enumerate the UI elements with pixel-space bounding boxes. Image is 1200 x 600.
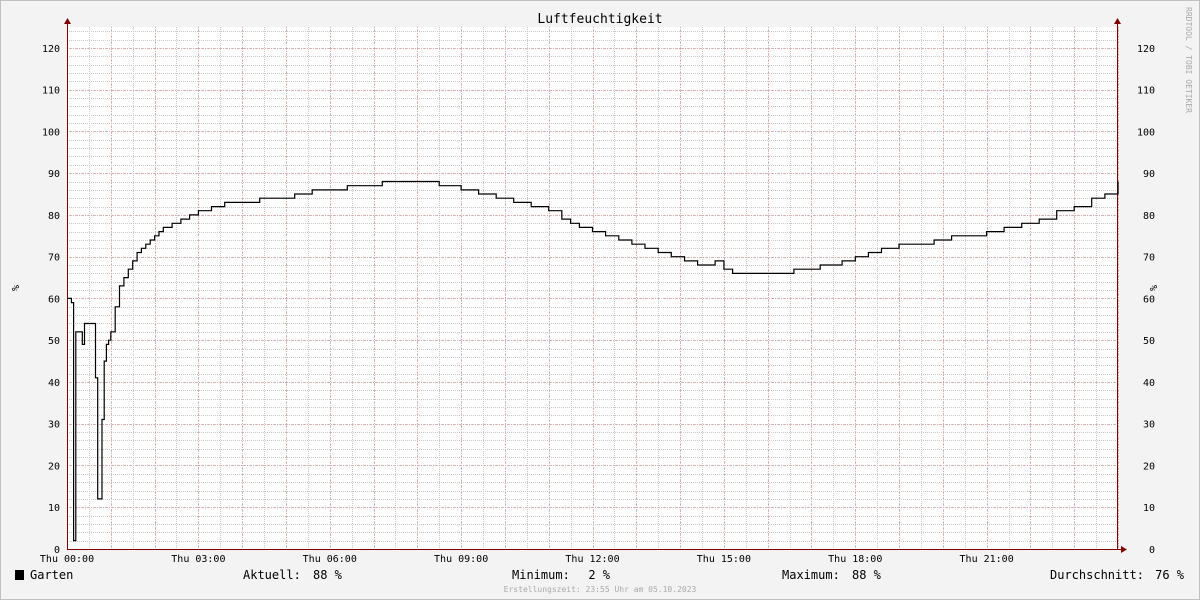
y-tick-label-right: 0 (1149, 545, 1155, 556)
x-tick-label: Thu 12:00 (565, 554, 619, 565)
y-tick-label-left: 10 (48, 503, 60, 514)
legend-series-name: Garten (30, 568, 73, 582)
y-tick-label-right: 120 (1137, 44, 1155, 55)
y-tick-label-right: 100 (1137, 127, 1155, 138)
y-tick-label-left: 110 (42, 86, 60, 97)
y-tick-label-right: 20 (1143, 461, 1155, 472)
y-tick-label-left: 120 (42, 44, 60, 55)
x-tick-label: Thu 21:00 (960, 554, 1014, 565)
chart-title: Luftfeuchtigkeit (537, 12, 662, 27)
legend-min-label: Minimum: (512, 568, 570, 582)
y-tick-label-right: 40 (1143, 378, 1155, 389)
y-tick-label-right: 70 (1143, 253, 1155, 264)
creation-timestamp: Erstellungszeit: 23:55 Uhr am 05.10.2023 (504, 585, 697, 594)
humidity-chart: Luftfeuchtigkeit RRDTOOL / TOBI OETIKER … (0, 0, 1200, 600)
legend-current-value: 88 % (313, 568, 343, 582)
y-axis-label-left: % (9, 285, 20, 291)
y-tick-label-left: 30 (48, 420, 60, 431)
x-tick-label: Thu 06:00 (303, 554, 357, 565)
y-tick-label-right: 90 (1143, 169, 1155, 180)
y-tick-label-right: 110 (1137, 86, 1155, 97)
y-tick-label-right: 80 (1143, 211, 1155, 222)
legend-max-label: Maximum: (782, 568, 840, 582)
y-tick-label-right: 10 (1143, 503, 1155, 514)
y-tick-label-left: 60 (48, 294, 60, 305)
legend-current-label: Aktuell: (243, 568, 301, 582)
y-tick-label-right: 60 (1143, 294, 1155, 305)
y-tick-label-left: 50 (48, 336, 60, 347)
plot-canvas (67, 27, 1118, 549)
legend-max-value: 88 % (852, 568, 882, 582)
legend-swatch (15, 570, 24, 580)
y-tick-label-left: 100 (42, 127, 60, 138)
x-tick-label: Thu 09:00 (434, 554, 488, 565)
x-tick-label: Thu 15:00 (697, 554, 751, 565)
rrdtool-watermark: RRDTOOL / TOBI OETIKER (1184, 7, 1193, 113)
y-tick-label-left: 70 (48, 253, 60, 264)
legend-avg-value: 76 % (1155, 568, 1185, 582)
y-tick-label-left: 40 (48, 378, 60, 389)
y-tick-label-right: 50 (1143, 336, 1155, 347)
legend-min-value: 2 % (588, 568, 610, 582)
y-tick-label-left: 90 (48, 169, 60, 180)
y-axis-label-right: % (1147, 285, 1158, 291)
y-tick-label-right: 30 (1143, 420, 1155, 431)
x-tick-label: Thu 00:00 (40, 554, 94, 565)
legend-avg-label: Durchschnitt: (1050, 568, 1144, 582)
y-tick-label-left: 20 (48, 461, 60, 472)
x-tick-label: Thu 18:00 (828, 554, 882, 565)
y-tick-label-left: 80 (48, 211, 60, 222)
x-tick-label: Thu 03:00 (171, 554, 225, 565)
